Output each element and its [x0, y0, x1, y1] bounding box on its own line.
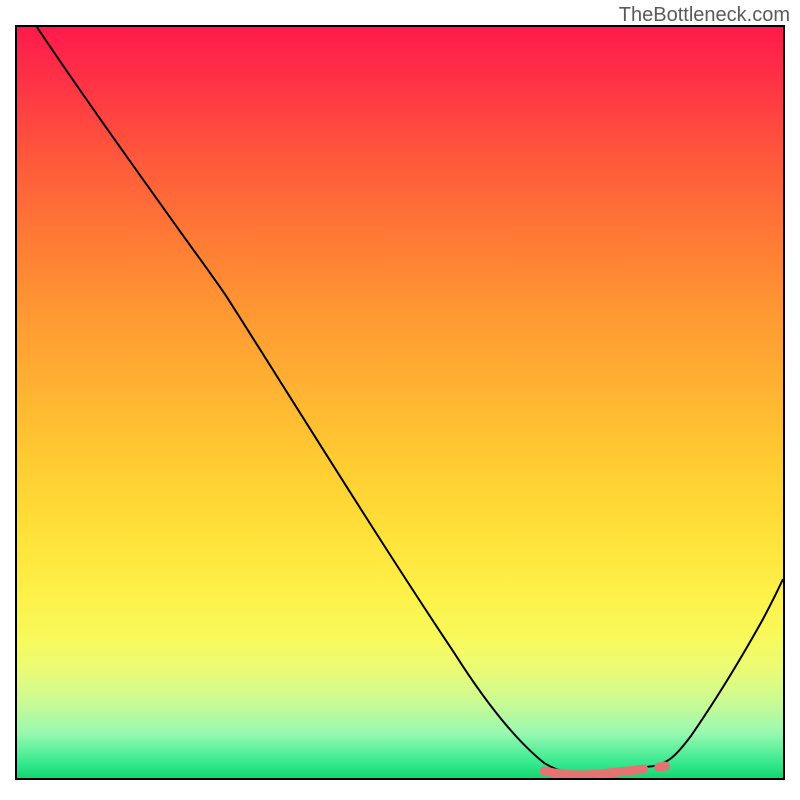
- watermark-text: TheBottleneck.com: [619, 4, 790, 27]
- chart-plot-area: [15, 25, 785, 780]
- bottleneck-curve-line: [37, 27, 783, 774]
- optimal-region-highlight: [544, 766, 665, 775]
- chart-svg: [17, 27, 783, 778]
